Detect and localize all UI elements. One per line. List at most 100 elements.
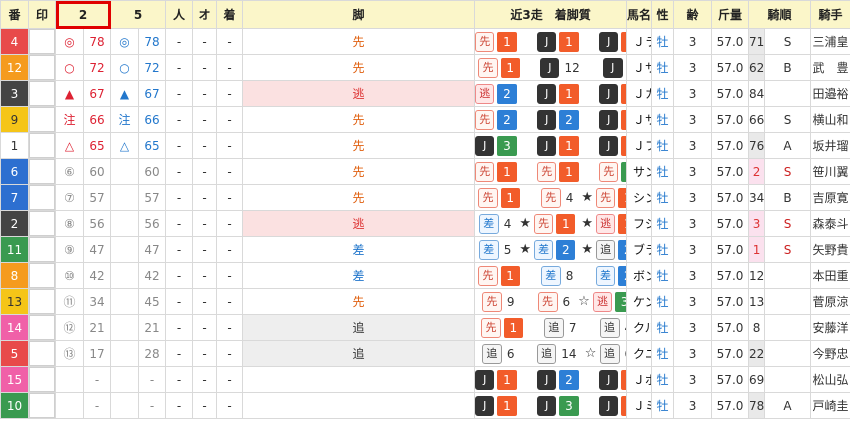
col-odds[interactable]: オ (192, 0, 218, 29)
jockey-name[interactable]: 松山弘 (810, 366, 850, 393)
col-mark[interactable]: 印 (28, 0, 56, 29)
jockey-name[interactable]: 安藤洋 (810, 314, 850, 341)
recent-run-1[interactable]: 先1 (475, 31, 517, 52)
recent-run-1[interactable]: 先1 (476, 265, 520, 286)
mark-input[interactable] (28, 132, 56, 159)
jockey-name[interactable]: 坂井瑠 (810, 132, 850, 159)
recent-run-2[interactable]: J1 (523, 135, 579, 156)
recent-run-2[interactable]: J3 (523, 395, 579, 416)
mark-input[interactable] (28, 28, 56, 55)
horse-name[interactable]: ボンドボーイ (626, 262, 653, 289)
jockey-name[interactable]: 森泰斗 (810, 210, 850, 237)
col-predictor-5[interactable]: 5 (110, 0, 167, 29)
recent-run-1[interactable]: J3 (475, 135, 517, 156)
col-age[interactable]: 齢 (673, 0, 713, 29)
horse-name[interactable]: Ｊサトノエピック (626, 106, 653, 133)
table-row[interactable]: 8⑩4242---差先1差8差2ボンドボーイ牡357.012本田重B (0, 262, 850, 289)
jockey-name[interactable]: 矢野貴 (810, 236, 850, 263)
col-number[interactable]: 番 (0, 0, 29, 29)
col-recent-runs[interactable]: 近3走 着脚質 (474, 0, 628, 29)
recent-run-3[interactable]: 先3 (585, 161, 626, 182)
table-row[interactable]: 15-----J1J2J1Ｊポッドロゴ牡357.069松山弘 (0, 366, 850, 393)
recent-run-1[interactable]: 先9 (476, 291, 517, 312)
table-row[interactable]: 2⑧5656---逃★差4★先1★逃1フジユージーン牡357.03S森泰斗 (0, 210, 850, 237)
col-jockey-rank[interactable]: 騎順 (748, 0, 812, 29)
recent-run-3[interactable]: 差2 (581, 265, 626, 286)
recent-run-3[interactable]: ☆追6 (585, 343, 626, 364)
horse-name[interactable]: Ｊカシマエスパーダ (626, 80, 653, 107)
mark-input[interactable] (28, 366, 56, 393)
horse-name[interactable]: クルーミーズクライ (626, 314, 653, 341)
recent-run-1[interactable]: ★逃2 (475, 83, 517, 104)
mark-input[interactable] (28, 80, 56, 107)
recent-run-2[interactable]: J 12 (526, 57, 582, 78)
horse-name[interactable]: Ｊフォーエバーヤング (626, 132, 653, 159)
recent-run-3[interactable]: J1 (585, 109, 626, 130)
mark-input[interactable] (28, 158, 56, 185)
col-jockey[interactable]: 騎手 (810, 0, 850, 29)
recent-run-2[interactable]: J2 (523, 369, 579, 390)
table-row[interactable]: 11⑨4747---差★差5★差2★追2ブラックバトラー牡357.01S矢野貴S (0, 236, 850, 263)
recent-run-3[interactable]: ★先1 (581, 187, 626, 208)
recent-run-1[interactable]: J1 (475, 395, 517, 416)
mark-input[interactable] (28, 106, 56, 133)
jockey-name[interactable]: 笹川翼 (810, 158, 850, 185)
recent-run-3[interactable]: 追4 (585, 317, 626, 338)
recent-run-2[interactable]: J1 (523, 83, 579, 104)
table-row[interactable]: 5⑬1728---追追6追14☆追6クニノトキメキ牡357.022今野忠 (0, 340, 850, 367)
mark-input[interactable] (28, 288, 56, 315)
recent-run-2[interactable]: ★ 先 1 (519, 213, 576, 234)
recent-run-1[interactable]: J1 (475, 369, 517, 390)
recent-run-3[interactable]: ★逃1 (581, 213, 626, 234)
col-finish[interactable]: 着 (216, 0, 244, 29)
horse-name[interactable]: サントノーレ (626, 158, 653, 185)
table-row[interactable]: 4◎78◎78---先先1J1J1Ｊラムジェット牡357.071S三浦皇S (0, 28, 850, 55)
recent-run-2[interactable]: J2 (523, 109, 579, 130)
recent-run-1[interactable]: ☆先1 (475, 161, 517, 182)
table-row[interactable]: 6⑥6060---先☆先1先1先3サントノーレ牡357.02S笹川翼S (0, 158, 850, 185)
recent-run-2[interactable]: 差8 (526, 265, 576, 286)
mark-input[interactable] (28, 314, 56, 341)
mark-input[interactable] (28, 340, 56, 367)
recent-run-1[interactable]: ★差5 (476, 239, 514, 260)
horse-name[interactable]: シンメデージー (626, 184, 653, 211)
recent-run-3[interactable]: J1 (585, 83, 626, 104)
horse-name[interactable]: ブラックバトラー (626, 236, 653, 263)
recent-run-1[interactable]: ★差4 (476, 213, 514, 234)
recent-run-3[interactable]: ☆逃3 (578, 291, 626, 312)
recent-run-1[interactable]: ★先1 (476, 57, 520, 78)
mark-input[interactable] (28, 236, 56, 263)
recent-run-2[interactable]: 先6 (523, 291, 573, 312)
horse-name[interactable]: フジユージーン (626, 210, 653, 237)
recent-run-1[interactable]: ★先1 (476, 187, 520, 208)
table-row[interactable]: 9注66注66---先先2J2J1Ｊサトノエピック牡357.066S横山和S (0, 106, 850, 133)
jockey-name[interactable]: 三浦皇 (810, 28, 850, 55)
horse-name[interactable]: クニノトキメキ (626, 340, 653, 367)
recent-run-3[interactable]: J1 (585, 395, 626, 416)
recent-run-2[interactable]: 先1 (523, 161, 579, 182)
mark-input[interactable] (28, 210, 56, 237)
horse-name[interactable]: Ｊミッキーファイト (626, 392, 653, 419)
recent-run-1[interactable]: 先2 (475, 109, 517, 130)
recent-run-1[interactable]: 先1 (476, 317, 523, 338)
col-weight[interactable]: 斤量 (711, 0, 750, 29)
table-row[interactable]: 12○72○72---先★先1J12J9Ｊサンライズジパング牡357.062B武… (0, 54, 850, 81)
horse-name[interactable]: Ｊサンライズジパング (626, 54, 653, 81)
recent-run-3[interactable]: J9 (588, 57, 626, 78)
recent-run-2[interactable]: J1 (523, 31, 579, 52)
jockey-name[interactable]: 戸崎圭 (810, 392, 850, 419)
col-horse-name[interactable]: 馬名 (626, 0, 653, 29)
jockey-name[interactable]: 吉原寛 (810, 184, 850, 211)
mark-input[interactable] (28, 392, 56, 419)
table-row[interactable]: 14⑫2121---追先1追7追4クルーミーズクライ牡357.08安藤洋 (0, 314, 850, 341)
col-leg[interactable]: 脚 (242, 0, 476, 29)
jockey-name[interactable]: 今野忠 (810, 340, 850, 367)
recent-run-3[interactable]: J1 (585, 31, 626, 52)
recent-run-3[interactable]: J1 (585, 135, 626, 156)
recent-run-3[interactable]: J1 (585, 369, 626, 390)
horse-name[interactable]: Ｊラムジェット (626, 28, 653, 55)
recent-run-2[interactable]: 追 14 (523, 343, 579, 364)
horse-name[interactable]: Ｊポッドロゴ (626, 366, 653, 393)
recent-run-2[interactable]: 先4 (526, 187, 576, 208)
mark-input[interactable] (28, 184, 56, 211)
